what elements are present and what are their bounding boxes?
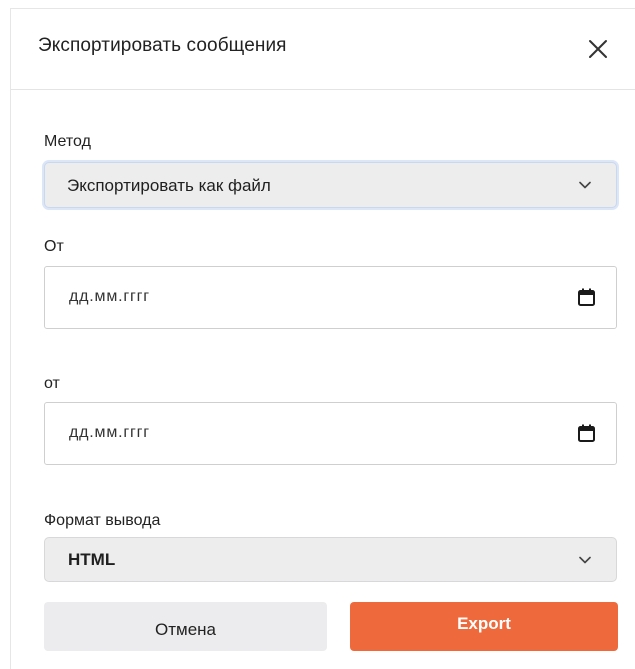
close-icon[interactable]	[587, 38, 609, 60]
output-format-label: Формат вывода	[44, 512, 161, 529]
calendar-icon[interactable]	[578, 424, 595, 442]
from-date-input[interactable]: дд.мм.гггг	[44, 266, 617, 329]
close-button[interactable]	[587, 38, 609, 60]
from-date-placeholder: дд.мм.гггг	[69, 288, 150, 305]
method-label: Метод	[44, 133, 91, 150]
chevron-down-icon	[579, 556, 591, 564]
from-date-label: От	[44, 238, 64, 255]
chevron-down-icon	[579, 181, 591, 189]
cancel-button[interactable]: Отмена	[44, 602, 327, 651]
calendar-icon[interactable]	[578, 288, 595, 306]
output-format-select[interactable]: HTML	[44, 537, 617, 582]
export-messages-dialog: Экспортировать сообщения Метод Экспортир…	[10, 8, 635, 669]
to-date-placeholder: дд.мм.гггг	[69, 424, 150, 441]
method-select[interactable]: Экспортировать как файл	[44, 162, 617, 208]
dialog-title: Экспортировать сообщения	[38, 35, 287, 56]
export-button[interactable]: Export	[350, 602, 618, 651]
to-date-input[interactable]: дд.мм.гггг	[44, 402, 617, 465]
dialog-header: Экспортировать сообщения	[11, 9, 635, 90]
method-select-value: Экспортировать как файл	[67, 176, 271, 195]
to-date-label: от	[44, 375, 60, 392]
output-format-select-value: HTML	[68, 550, 116, 569]
